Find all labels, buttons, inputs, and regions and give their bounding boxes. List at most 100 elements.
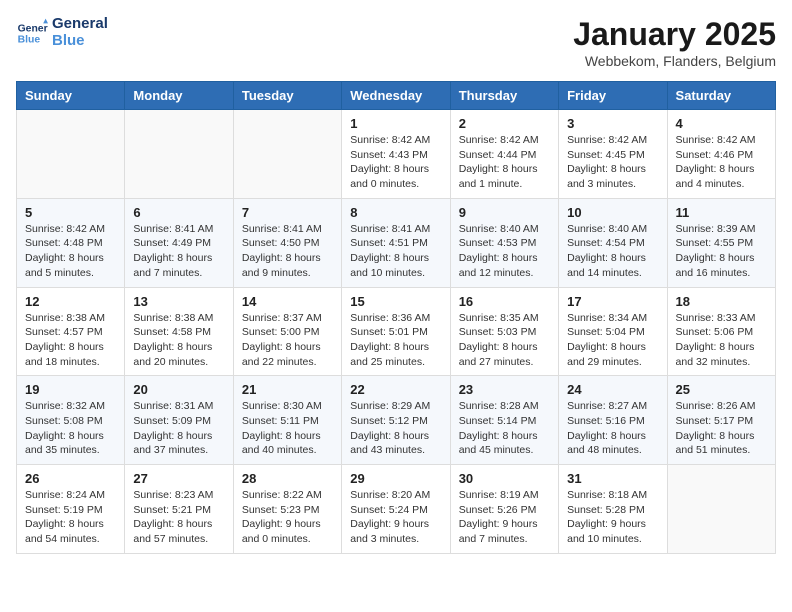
month-title: January 2025 <box>573 16 776 53</box>
day-number: 30 <box>459 471 550 486</box>
cell-content: Sunrise: 8:36 AM Sunset: 5:01 PM Dayligh… <box>350 311 441 370</box>
calendar-week-row: 12 Sunrise: 8:38 AM Sunset: 4:57 PM Dayli… <box>17 287 776 376</box>
day-number: 19 <box>25 382 116 397</box>
cell-content: Sunrise: 8:24 AM Sunset: 5:19 PM Dayligh… <box>25 488 116 547</box>
calendar-cell: 4 Sunrise: 8:42 AM Sunset: 4:46 PM Daylig… <box>667 110 775 199</box>
cell-content: Sunrise: 8:18 AM Sunset: 5:28 PM Dayligh… <box>567 488 658 547</box>
calendar-cell: 10 Sunrise: 8:40 AM Sunset: 4:54 PM Dayli… <box>559 198 667 287</box>
calendar-cell: 26Sunrise: 8:24 AM Sunset: 5:19 PM Dayli… <box>17 465 125 554</box>
calendar-cell: 9 Sunrise: 8:40 AM Sunset: 4:53 PM Daylig… <box>450 198 558 287</box>
calendar-cell <box>125 110 233 199</box>
calendar-cell <box>17 110 125 199</box>
day-number: 2 <box>459 116 550 131</box>
cell-content: Sunrise: 8:26 AM Sunset: 5:17 PM Dayligh… <box>676 399 767 458</box>
cell-content: Sunrise: 8:37 AM Sunset: 5:00 PM Dayligh… <box>242 311 333 370</box>
day-number: 21 <box>242 382 333 397</box>
calendar-cell: 29 Sunrise: 8:20 AM Sunset: 5:24 PM Dayli… <box>342 465 450 554</box>
calendar-cell: 7Sunrise: 8:41 AM Sunset: 4:50 PM Daylig… <box>233 198 341 287</box>
cell-content: Sunrise: 8:42 AM Sunset: 4:44 PM Dayligh… <box>459 133 550 192</box>
day-number: 23 <box>459 382 550 397</box>
day-number: 27 <box>133 471 224 486</box>
cell-content: Sunrise: 8:42 AM Sunset: 4:46 PM Dayligh… <box>676 133 767 192</box>
cell-content: Sunrise: 8:20 AM Sunset: 5:24 PM Dayligh… <box>350 488 441 547</box>
cell-content: Sunrise: 8:31 AM Sunset: 5:09 PM Dayligh… <box>133 399 224 458</box>
cell-content: Sunrise: 8:30 AM Sunset: 5:11 PM Dayligh… <box>242 399 333 458</box>
cell-content: Sunrise: 8:42 AM Sunset: 4:48 PM Dayligh… <box>25 222 116 281</box>
calendar-cell: 25Sunrise: 8:26 AM Sunset: 5:17 PM Dayli… <box>667 376 775 465</box>
calendar-cell: 11 Sunrise: 8:39 AM Sunset: 4:55 PM Dayli… <box>667 198 775 287</box>
weekday-header: Monday <box>125 82 233 110</box>
calendar-cell: 12 Sunrise: 8:38 AM Sunset: 4:57 PM Dayli… <box>17 287 125 376</box>
cell-content: Sunrise: 8:38 AM Sunset: 4:58 PM Dayligh… <box>133 311 224 370</box>
day-number: 24 <box>567 382 658 397</box>
weekday-header: Thursday <box>450 82 558 110</box>
day-number: 12 <box>25 294 116 309</box>
calendar-cell: 14 Sunrise: 8:37 AM Sunset: 5:00 PM Dayli… <box>233 287 341 376</box>
calendar-table: SundayMondayTuesdayWednesdayThursdayFrid… <box>16 81 776 554</box>
day-number: 4 <box>676 116 767 131</box>
cell-content: Sunrise: 8:33 AM Sunset: 5:06 PM Dayligh… <box>676 311 767 370</box>
svg-text:Blue: Blue <box>18 34 41 45</box>
calendar-cell: 5 Sunrise: 8:42 AM Sunset: 4:48 PM Daylig… <box>17 198 125 287</box>
day-number: 11 <box>676 205 767 220</box>
calendar-cell <box>667 465 775 554</box>
calendar-week-row: 26Sunrise: 8:24 AM Sunset: 5:19 PM Dayli… <box>17 465 776 554</box>
day-number: 18 <box>676 294 767 309</box>
day-number: 9 <box>459 205 550 220</box>
cell-content: Sunrise: 8:40 AM Sunset: 4:54 PM Dayligh… <box>567 222 658 281</box>
calendar-cell: 17 Sunrise: 8:34 AM Sunset: 5:04 PM Dayli… <box>559 287 667 376</box>
day-number: 22 <box>350 382 441 397</box>
day-number: 7 <box>242 205 333 220</box>
day-number: 16 <box>459 294 550 309</box>
calendar-cell: 20 Sunrise: 8:31 AM Sunset: 5:09 PM Dayli… <box>125 376 233 465</box>
calendar-cell: 1 Sunrise: 8:42 AM Sunset: 4:43 PM Daylig… <box>342 110 450 199</box>
day-number: 29 <box>350 471 441 486</box>
day-number: 17 <box>567 294 658 309</box>
cell-content: Sunrise: 8:34 AM Sunset: 5:04 PM Dayligh… <box>567 311 658 370</box>
weekday-header-row: SundayMondayTuesdayWednesdayThursdayFrid… <box>17 82 776 110</box>
cell-content: Sunrise: 8:38 AM Sunset: 4:57 PM Dayligh… <box>25 311 116 370</box>
cell-content: Sunrise: 8:35 AM Sunset: 5:03 PM Dayligh… <box>459 311 550 370</box>
day-number: 3 <box>567 116 658 131</box>
calendar-week-row: 1 Sunrise: 8:42 AM Sunset: 4:43 PM Daylig… <box>17 110 776 199</box>
logo-line1: General <box>52 16 108 33</box>
cell-content: Sunrise: 8:22 AM Sunset: 5:23 PM Dayligh… <box>242 488 333 547</box>
title-block: January 2025 Webbekom, Flanders, Belgium <box>573 16 776 69</box>
day-number: 5 <box>25 205 116 220</box>
calendar-cell: 28Sunrise: 8:22 AM Sunset: 5:23 PM Dayli… <box>233 465 341 554</box>
calendar-cell: 22 Sunrise: 8:29 AM Sunset: 5:12 PM Dayli… <box>342 376 450 465</box>
day-number: 14 <box>242 294 333 309</box>
calendar-cell: 27 Sunrise: 8:23 AM Sunset: 5:21 PM Dayli… <box>125 465 233 554</box>
calendar-cell: 24 Sunrise: 8:27 AM Sunset: 5:16 PM Dayli… <box>559 376 667 465</box>
cell-content: Sunrise: 8:27 AM Sunset: 5:16 PM Dayligh… <box>567 399 658 458</box>
day-number: 31 <box>567 471 658 486</box>
cell-content: Sunrise: 8:29 AM Sunset: 5:12 PM Dayligh… <box>350 399 441 458</box>
weekday-header: Saturday <box>667 82 775 110</box>
day-number: 20 <box>133 382 224 397</box>
cell-content: Sunrise: 8:41 AM Sunset: 4:51 PM Dayligh… <box>350 222 441 281</box>
day-number: 1 <box>350 116 441 131</box>
cell-content: Sunrise: 8:32 AM Sunset: 5:08 PM Dayligh… <box>25 399 116 458</box>
svg-text:General: General <box>18 23 48 34</box>
day-number: 15 <box>350 294 441 309</box>
location: Webbekom, Flanders, Belgium <box>573 53 776 69</box>
calendar-cell: 16 Sunrise: 8:35 AM Sunset: 5:03 PM Dayli… <box>450 287 558 376</box>
calendar-cell: 2 Sunrise: 8:42 AM Sunset: 4:44 PM Daylig… <box>450 110 558 199</box>
cell-content: Sunrise: 8:19 AM Sunset: 5:26 PM Dayligh… <box>459 488 550 547</box>
calendar-week-row: 5 Sunrise: 8:42 AM Sunset: 4:48 PM Daylig… <box>17 198 776 287</box>
cell-content: Sunrise: 8:40 AM Sunset: 4:53 PM Dayligh… <box>459 222 550 281</box>
logo-line2: Blue <box>52 33 108 50</box>
weekday-header: Wednesday <box>342 82 450 110</box>
calendar-cell: 3Sunrise: 8:42 AM Sunset: 4:45 PM Daylig… <box>559 110 667 199</box>
weekday-header: Friday <box>559 82 667 110</box>
cell-content: Sunrise: 8:39 AM Sunset: 4:55 PM Dayligh… <box>676 222 767 281</box>
calendar-cell: 19 Sunrise: 8:32 AM Sunset: 5:08 PM Dayli… <box>17 376 125 465</box>
calendar-cell: 31 Sunrise: 8:18 AM Sunset: 5:28 PM Dayli… <box>559 465 667 554</box>
day-number: 8 <box>350 205 441 220</box>
weekday-header: Tuesday <box>233 82 341 110</box>
calendar-cell: 6Sunrise: 8:41 AM Sunset: 4:49 PM Daylig… <box>125 198 233 287</box>
day-number: 10 <box>567 205 658 220</box>
cell-content: Sunrise: 8:42 AM Sunset: 4:43 PM Dayligh… <box>350 133 441 192</box>
cell-content: Sunrise: 8:23 AM Sunset: 5:21 PM Dayligh… <box>133 488 224 547</box>
calendar-cell: 21 Sunrise: 8:30 AM Sunset: 5:11 PM Dayli… <box>233 376 341 465</box>
